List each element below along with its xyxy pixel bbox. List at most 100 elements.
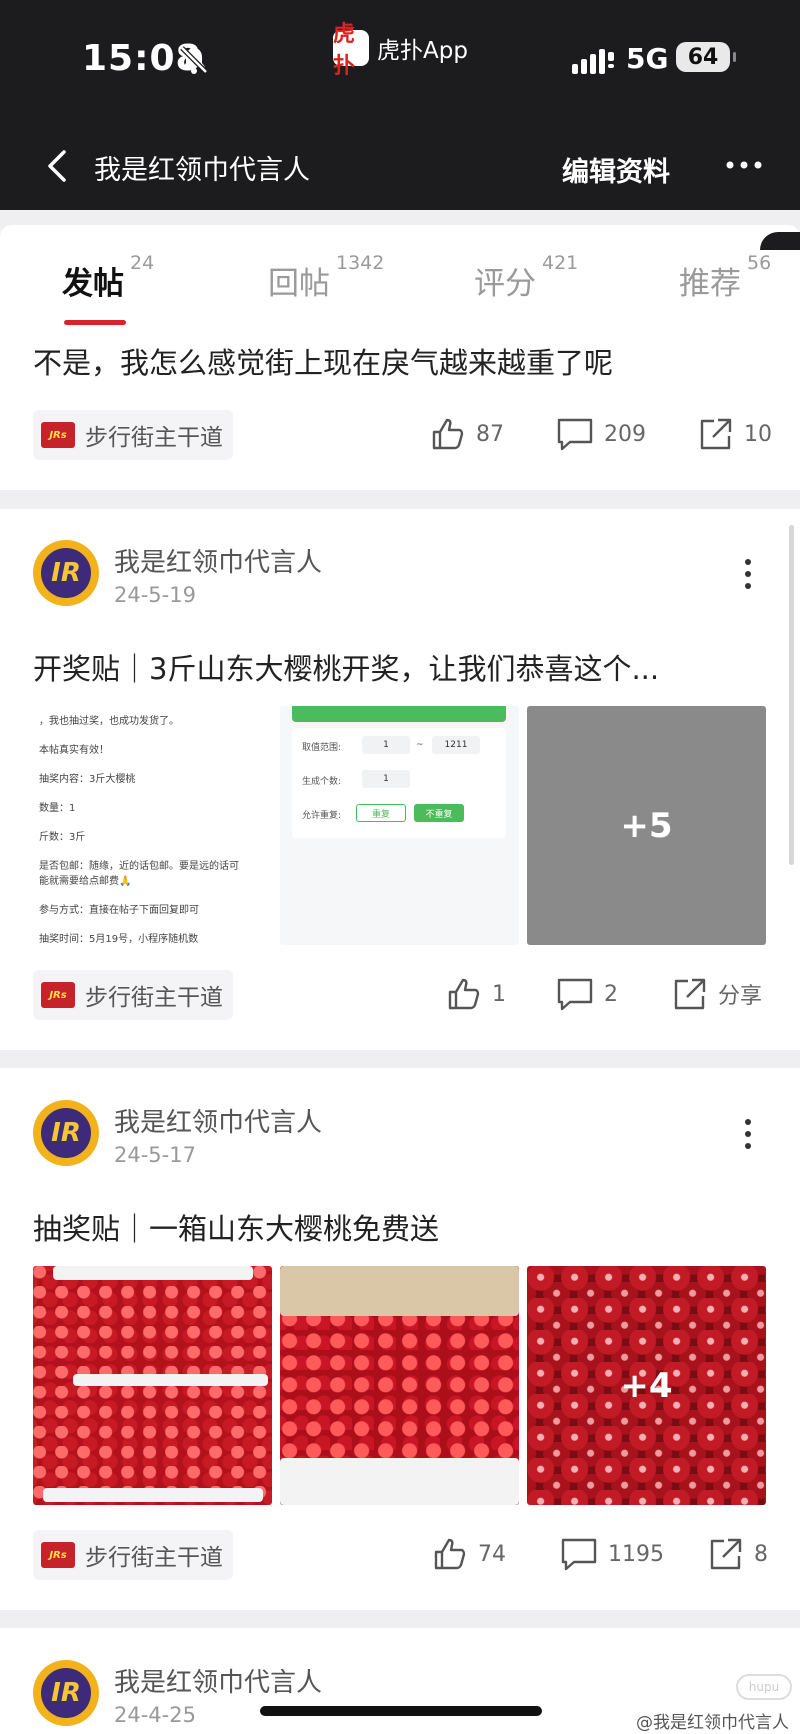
avatar[interactable]: IR bbox=[33, 1100, 99, 1166]
avatar-text: IR bbox=[41, 548, 91, 598]
post-image-cherries[interactable] bbox=[280, 1266, 519, 1505]
forum-logo: JRs bbox=[41, 1542, 75, 1568]
doc-line: 能就需要给点邮费🙏 bbox=[39, 876, 132, 887]
form-header-bar bbox=[292, 706, 506, 722]
doc-line: 斤数：3斤 bbox=[39, 832, 86, 843]
status-bar: 15:08 虎扑 虎扑App 5G 64 bbox=[0, 0, 800, 120]
share-count: 10 bbox=[744, 421, 772, 447]
author-name[interactable]: 我是红领巾代言人 bbox=[114, 1102, 322, 1139]
repeat-label: 允许重复: bbox=[302, 811, 342, 821]
repeat-yes: 重复 bbox=[356, 804, 406, 822]
more-vertical-icon[interactable] bbox=[742, 1117, 754, 1151]
author-name[interactable]: 我是红领巾代言人 bbox=[114, 542, 322, 579]
doc-line: 本帖真实有效！ bbox=[39, 745, 109, 756]
thumbs-up-icon bbox=[434, 1538, 466, 1570]
comment-icon bbox=[557, 418, 593, 451]
tab-label: 推荐 bbox=[679, 266, 741, 302]
comment-count: 209 bbox=[604, 421, 646, 447]
like-button[interactable]: 87 bbox=[430, 416, 504, 452]
signal-icon bbox=[572, 49, 614, 74]
app-indicator[interactable]: 虎扑 虎扑App bbox=[333, 22, 468, 79]
like-button[interactable]: 74 bbox=[432, 1536, 506, 1572]
tab-count: 56 bbox=[747, 252, 772, 274]
bell-muted-icon bbox=[180, 46, 208, 74]
post-image-more[interactable]: +5 bbox=[527, 706, 766, 945]
like-button[interactable]: 1 bbox=[446, 976, 506, 1012]
tab-count: 421 bbox=[542, 252, 579, 274]
post-image-cherries[interactable] bbox=[33, 1266, 272, 1505]
count-value: 1 bbox=[362, 770, 410, 788]
tab-replies[interactable]: 回帖 1342 bbox=[268, 252, 384, 303]
thumbs-up-icon bbox=[448, 978, 480, 1010]
avatar-text: IR bbox=[41, 1108, 91, 1158]
nav-bar: 我是红领巾代言人 编辑资料 bbox=[0, 130, 800, 200]
foam-box-edge bbox=[73, 1374, 268, 1386]
foam-box-edge bbox=[280, 1458, 519, 1505]
app-name: 虎扑App bbox=[377, 38, 468, 64]
avatar-text: IR bbox=[41, 1668, 91, 1718]
comment-icon bbox=[557, 978, 593, 1011]
forum-name: 步行街主干道 bbox=[85, 425, 223, 451]
post-date: 24-4-25 bbox=[114, 1703, 196, 1727]
doc-line: 抽奖内容：3斤大樱桃 bbox=[39, 774, 136, 785]
doc-line: 数量：1 bbox=[39, 803, 76, 814]
home-indicator[interactable] bbox=[260, 1706, 542, 1716]
scrollbar[interactable] bbox=[789, 525, 794, 865]
avatar[interactable]: IR bbox=[33, 1660, 99, 1726]
cardboard-boxes bbox=[280, 1266, 519, 1316]
doc-line: ，我也抽过奖，也成功发货了。 bbox=[39, 716, 179, 727]
comment-icon bbox=[561, 1538, 597, 1571]
post-date: 24-5-17 bbox=[114, 1143, 196, 1167]
comment-button[interactable]: 2 bbox=[556, 976, 618, 1012]
forum-tag[interactable]: JRs 步行街主干道 bbox=[33, 970, 233, 1020]
battery-indicator: 64 bbox=[676, 42, 736, 72]
like-count: 1 bbox=[492, 981, 506, 1007]
active-tab-indicator bbox=[64, 320, 126, 325]
comment-count: 1195 bbox=[608, 1541, 664, 1567]
count-label: 生成个数: bbox=[302, 777, 342, 787]
avatar[interactable]: IR bbox=[33, 540, 99, 606]
tab-ratings[interactable]: 评分 421 bbox=[474, 252, 578, 303]
share-icon bbox=[710, 1538, 742, 1570]
more-images-count: +4 bbox=[620, 1365, 673, 1406]
comment-count: 2 bbox=[604, 981, 618, 1007]
post-image-form[interactable]: 取值范围: 1 ~ 1211 生成个数: 1 允许重复: 重复 不重复 bbox=[280, 706, 519, 945]
forum-tag[interactable]: JRs 步行街主干道 bbox=[33, 410, 233, 460]
top-header: 15:08 虎扑 虎扑App 5G 64 我是红领巾代言人 编辑资料 bbox=[0, 0, 800, 210]
repeat-no: 不重复 bbox=[414, 804, 464, 822]
range-label: 取值范围: bbox=[302, 743, 342, 753]
watermark-text: @我是红领巾代言人 bbox=[636, 1713, 789, 1733]
range-sep: ~ bbox=[416, 740, 424, 750]
like-count: 87 bbox=[476, 421, 504, 447]
share-button[interactable]: 8 bbox=[708, 1536, 768, 1572]
post-title[interactable]: 开奖贴｜3斤山东大樱桃开奖，让我们恭喜这个... bbox=[33, 646, 659, 688]
edit-profile-button[interactable]: 编辑资料 bbox=[562, 150, 670, 189]
post-title[interactable]: 抽奖贴｜一箱山东大樱桃免费送 bbox=[33, 1206, 439, 1248]
post-title[interactable]: 不是，我怎么感觉街上现在戾气越来越重了呢 bbox=[33, 340, 613, 382]
forum-logo: JRs bbox=[41, 982, 75, 1008]
back-arrow-icon[interactable] bbox=[44, 148, 72, 184]
comment-button[interactable]: 1195 bbox=[560, 1536, 664, 1572]
form-box: 取值范围: 1 ~ 1211 生成个数: 1 允许重复: 重复 不重复 bbox=[292, 728, 506, 838]
comment-button[interactable]: 209 bbox=[556, 416, 646, 452]
thumbs-up-icon bbox=[432, 418, 464, 450]
forum-name: 步行街主干道 bbox=[85, 1545, 223, 1571]
more-vertical-icon[interactable] bbox=[742, 557, 754, 591]
share-label: 分享 bbox=[718, 984, 763, 1009]
tab-label: 评分 bbox=[474, 266, 536, 302]
more-horizontal-icon[interactable] bbox=[722, 150, 766, 180]
watermark-logo: hupu bbox=[736, 1674, 792, 1700]
share-button[interactable]: 10 bbox=[698, 416, 772, 452]
doc-line: 抽奖时间：5月19号，小程序随机数 bbox=[39, 934, 199, 945]
post-image-document[interactable]: ，我也抽过奖，也成功发货了。 本帖真实有效！ 抽奖内容：3斤大樱桃 数量：1 斤… bbox=[33, 706, 272, 945]
doc-line: 是否包邮：随缘，近的话包邮。要是远的话可 bbox=[39, 861, 239, 872]
post-image-more[interactable]: +4 bbox=[527, 1266, 766, 1505]
tab-label: 发帖 bbox=[62, 266, 124, 302]
tab-posts[interactable]: 发帖 24 bbox=[62, 252, 154, 303]
forum-tag[interactable]: JRs 步行街主干道 bbox=[33, 1530, 233, 1580]
tab-recommend[interactable]: 推荐 56 bbox=[679, 252, 771, 303]
forum-name: 步行街主干道 bbox=[85, 985, 223, 1011]
share-button[interactable]: 分享 bbox=[672, 976, 762, 1012]
tab-count: 24 bbox=[130, 252, 155, 274]
author-name[interactable]: 我是红领巾代言人 bbox=[114, 1662, 322, 1699]
